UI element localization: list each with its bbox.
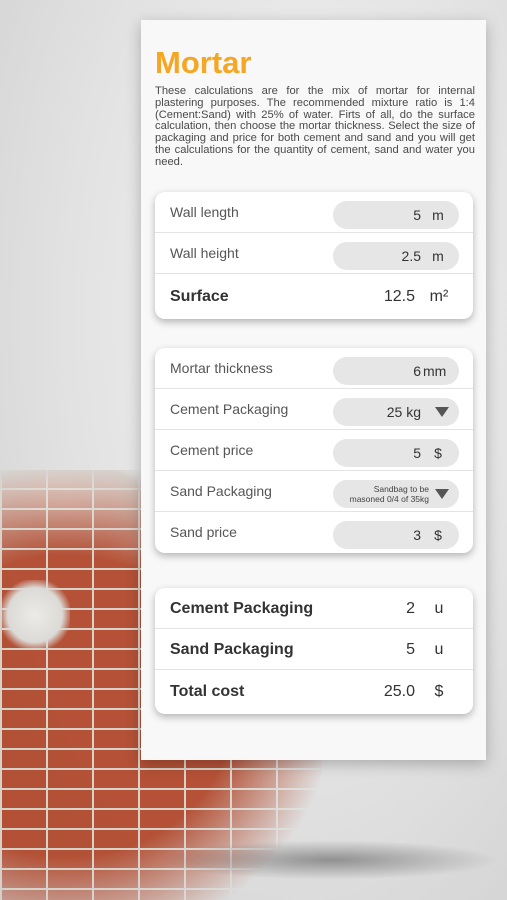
sand-packaging-select[interactable]: Sandbag to be masoned 0/4 of 35kg <box>333 480 459 508</box>
result-total-label: Total cost <box>170 683 245 700</box>
wall-height-value: 2.5 <box>401 248 421 264</box>
mortar-thickness-value: 6 <box>413 363 421 379</box>
result-sand-row: Sand Packaging 5 u <box>155 629 473 670</box>
wall-length-row: Wall length 5 m <box>155 192 473 233</box>
cement-packaging-select[interactable]: 25 kg <box>333 398 459 426</box>
wall-length-label: Wall length <box>170 204 239 220</box>
mortar-thickness-unit: mm <box>423 363 447 379</box>
cement-price-unit: $ <box>434 445 442 461</box>
result-total-row: Total cost 25.0 $ <box>155 670 473 714</box>
triangle-down-icon <box>435 407 449 417</box>
result-sand-value: 5 <box>406 641 415 658</box>
result-cement-value: 2 <box>406 600 415 617</box>
result-cement-row: Cement Packaging 2 u <box>155 588 473 629</box>
sand-packaging-value: Sandbag to be masoned 0/4 of 35kg <box>349 484 429 504</box>
cement-price-row: Cement price 5 $ <box>155 430 473 471</box>
results-card: Cement Packaging 2 u Sand Packaging 5 u … <box>155 588 473 714</box>
result-sand-label: Sand Packaging <box>170 641 294 658</box>
mortar-thickness-input[interactable]: 6 mm <box>333 357 459 385</box>
sand-price-value: 3 <box>413 527 421 543</box>
result-total-unit: $ <box>434 683 444 700</box>
sand-price-label: Sand price <box>170 524 237 540</box>
wall-height-unit: m <box>432 248 444 264</box>
sand-packaging-label: Sand Packaging <box>170 483 272 499</box>
mortar-thickness-row: Mortar thickness 6 mm <box>155 348 473 389</box>
sand-packaging-row: Sand Packaging Sandbag to be masoned 0/4… <box>155 471 473 512</box>
page-title: Mortar <box>155 45 252 80</box>
result-sand-unit: u <box>434 641 444 658</box>
result-cement-unit: u <box>434 600 444 617</box>
mortar-panel: Mortar These calculations are for the mi… <box>141 20 486 760</box>
cement-packaging-row: Cement Packaging 25 kg <box>155 389 473 430</box>
wall-height-input[interactable]: 2.5 m <box>333 242 459 270</box>
result-cement-label: Cement Packaging <box>170 600 314 617</box>
wall-height-row: Wall height 2.5 m <box>155 233 473 274</box>
surface-row: Surface 12.5 m² <box>155 274 473 319</box>
surface-card: Wall length 5 m Wall height 2.5 m Surfac… <box>155 192 473 319</box>
cement-packaging-value: 25 kg <box>386 404 421 420</box>
result-total-value: 25.0 <box>383 683 415 700</box>
sand-price-input[interactable]: 3 $ <box>333 521 459 549</box>
background-plaster-patch <box>0 580 70 650</box>
panel-shadow <box>160 840 500 880</box>
sand-price-unit: $ <box>434 527 442 543</box>
inputs-card: Mortar thickness 6 mm Cement Packaging 2… <box>155 348 473 553</box>
wall-height-label: Wall height <box>170 245 239 261</box>
surface-label: Surface <box>170 288 229 305</box>
description-text: These calculations are for the mix of mo… <box>155 85 475 168</box>
sand-price-row: Sand price 3 $ <box>155 512 473 553</box>
cement-price-value: 5 <box>413 445 421 461</box>
cement-price-label: Cement price <box>170 442 254 458</box>
wall-length-input[interactable]: 5 m <box>333 201 459 229</box>
cement-price-input[interactable]: 5 $ <box>333 439 459 467</box>
cement-packaging-label: Cement Packaging <box>170 401 289 417</box>
surface-unit: m² <box>429 288 449 305</box>
wall-length-unit: m <box>432 207 444 223</box>
mortar-thickness-label: Mortar thickness <box>170 360 273 376</box>
triangle-down-icon <box>435 489 449 499</box>
surface-value: 12.5 <box>383 288 415 305</box>
wall-length-value: 5 <box>413 207 421 223</box>
